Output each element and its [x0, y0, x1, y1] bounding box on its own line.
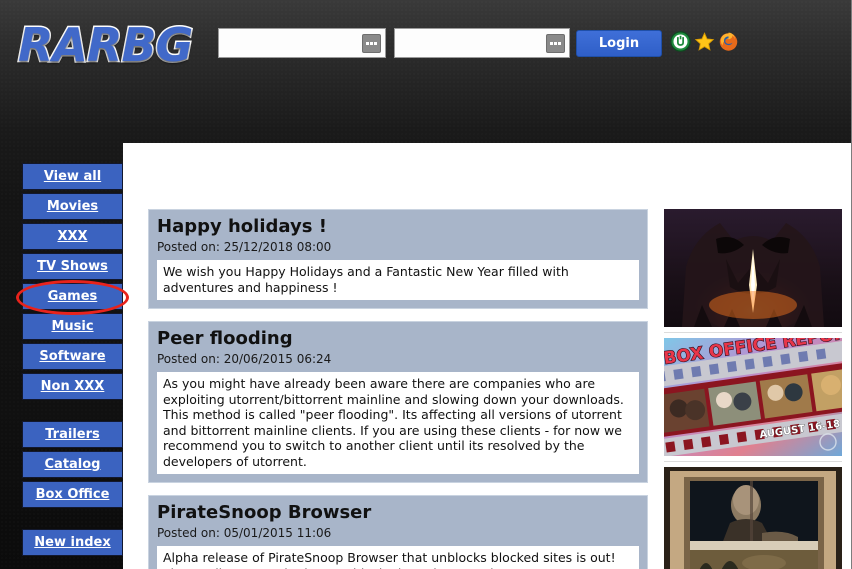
news-post-date: Posted on: 25/12/2018 08:00 [157, 240, 639, 255]
rarbg-page: RARBG Login View all Movies XXX TV Shows… [0, 0, 852, 569]
news-post: Happy holidays ! Posted on: 25/12/2018 0… [148, 209, 648, 309]
posted-value: 20/06/2015 06:24 [223, 352, 332, 366]
news-post-title: PirateSnoop Browser [157, 502, 372, 523]
posted-prefix: Posted on: [157, 526, 224, 540]
posted-prefix: Posted on: [157, 352, 224, 366]
news-post-body: As you might have already been aware the… [157, 372, 639, 474]
firefox-icon[interactable] [718, 31, 739, 52]
username-autofill-icon[interactable] [546, 34, 565, 53]
window-film-still-icon [664, 467, 842, 569]
username-input[interactable] [395, 29, 569, 57]
image-separator [664, 332, 842, 333]
news-post-body: Alpha release of PirateSnoop Browser tha… [157, 546, 639, 569]
sidebar-item-xxx[interactable]: XXX [22, 223, 123, 250]
sidebar-item-view-all[interactable]: View all [22, 163, 123, 190]
sidebar-divider-2 [22, 511, 123, 529]
sidebar-item-trailers[interactable]: Trailers [22, 421, 123, 448]
news-list: Happy holidays ! Posted on: 25/12/2018 0… [148, 209, 648, 569]
search-input[interactable] [219, 29, 385, 57]
promo-image-window-still[interactable] [664, 467, 842, 569]
login-button[interactable]: Login [576, 30, 662, 57]
username-field-wrapper[interactable] [394, 28, 570, 58]
sidebar-item-movies[interactable]: Movies [22, 193, 123, 220]
site-header: RARBG Login [0, 0, 852, 140]
demon-fire-artwork-icon [664, 209, 842, 327]
search-autofill-icon[interactable] [362, 34, 381, 53]
sidebar-item-music[interactable]: Music [22, 313, 123, 340]
news-post-date: Posted on: 05/01/2015 11:06 [157, 526, 639, 541]
search-field-wrapper[interactable] [218, 28, 386, 58]
news-post-title: Peer flooding [157, 328, 293, 349]
sidebar-item-new-index[interactable]: New index [22, 529, 123, 556]
sidebar-item-non-xxx[interactable]: Non XXX [22, 373, 123, 400]
box-office-report-banner-icon: BOX OFFICE REPORT AUGUST 16-18 [664, 338, 842, 456]
news-post-body: We wish you Happy Holidays and a Fantast… [157, 260, 639, 300]
promo-image-column: BOX OFFICE REPORT AUGUST 16-18 [664, 209, 842, 569]
site-logo[interactable]: RARBG [16, 17, 194, 74]
promo-image-demon-fire[interactable] [664, 209, 842, 327]
sidebar-item-tv-shows[interactable]: TV Shows [22, 253, 123, 280]
sidebar-divider-1 [22, 403, 123, 421]
posted-prefix: Posted on: [157, 240, 224, 254]
image-separator [664, 461, 842, 462]
sidebar-item-catalog[interactable]: Catalog [22, 451, 123, 478]
sidebar-item-software[interactable]: Software [22, 343, 123, 370]
sidebar-nav: View all Movies XXX TV Shows Games Music… [22, 163, 123, 559]
header-icon-group [670, 31, 739, 52]
news-post-title: Happy holidays ! [157, 216, 327, 237]
promo-image-box-office[interactable]: BOX OFFICE REPORT AUGUST 16-18 [664, 338, 842, 456]
news-post-date: Posted on: 20/06/2015 06:24 [157, 352, 639, 367]
posted-value: 05/01/2015 11:06 [223, 526, 332, 540]
sidebar-item-box-office[interactable]: Box Office [22, 481, 123, 508]
sidebar-item-games[interactable]: Games [22, 283, 123, 310]
posted-value: 25/12/2018 08:00 [223, 240, 332, 254]
utorrent-icon[interactable] [670, 31, 691, 52]
favorite-star-icon[interactable] [694, 31, 715, 52]
news-post-text: Alpha release of PirateSnoop Browser tha… [163, 550, 616, 569]
news-post: Peer flooding Posted on: 20/06/2015 06:2… [148, 321, 648, 483]
news-post: PirateSnoop Browser Posted on: 05/01/201… [148, 495, 648, 569]
